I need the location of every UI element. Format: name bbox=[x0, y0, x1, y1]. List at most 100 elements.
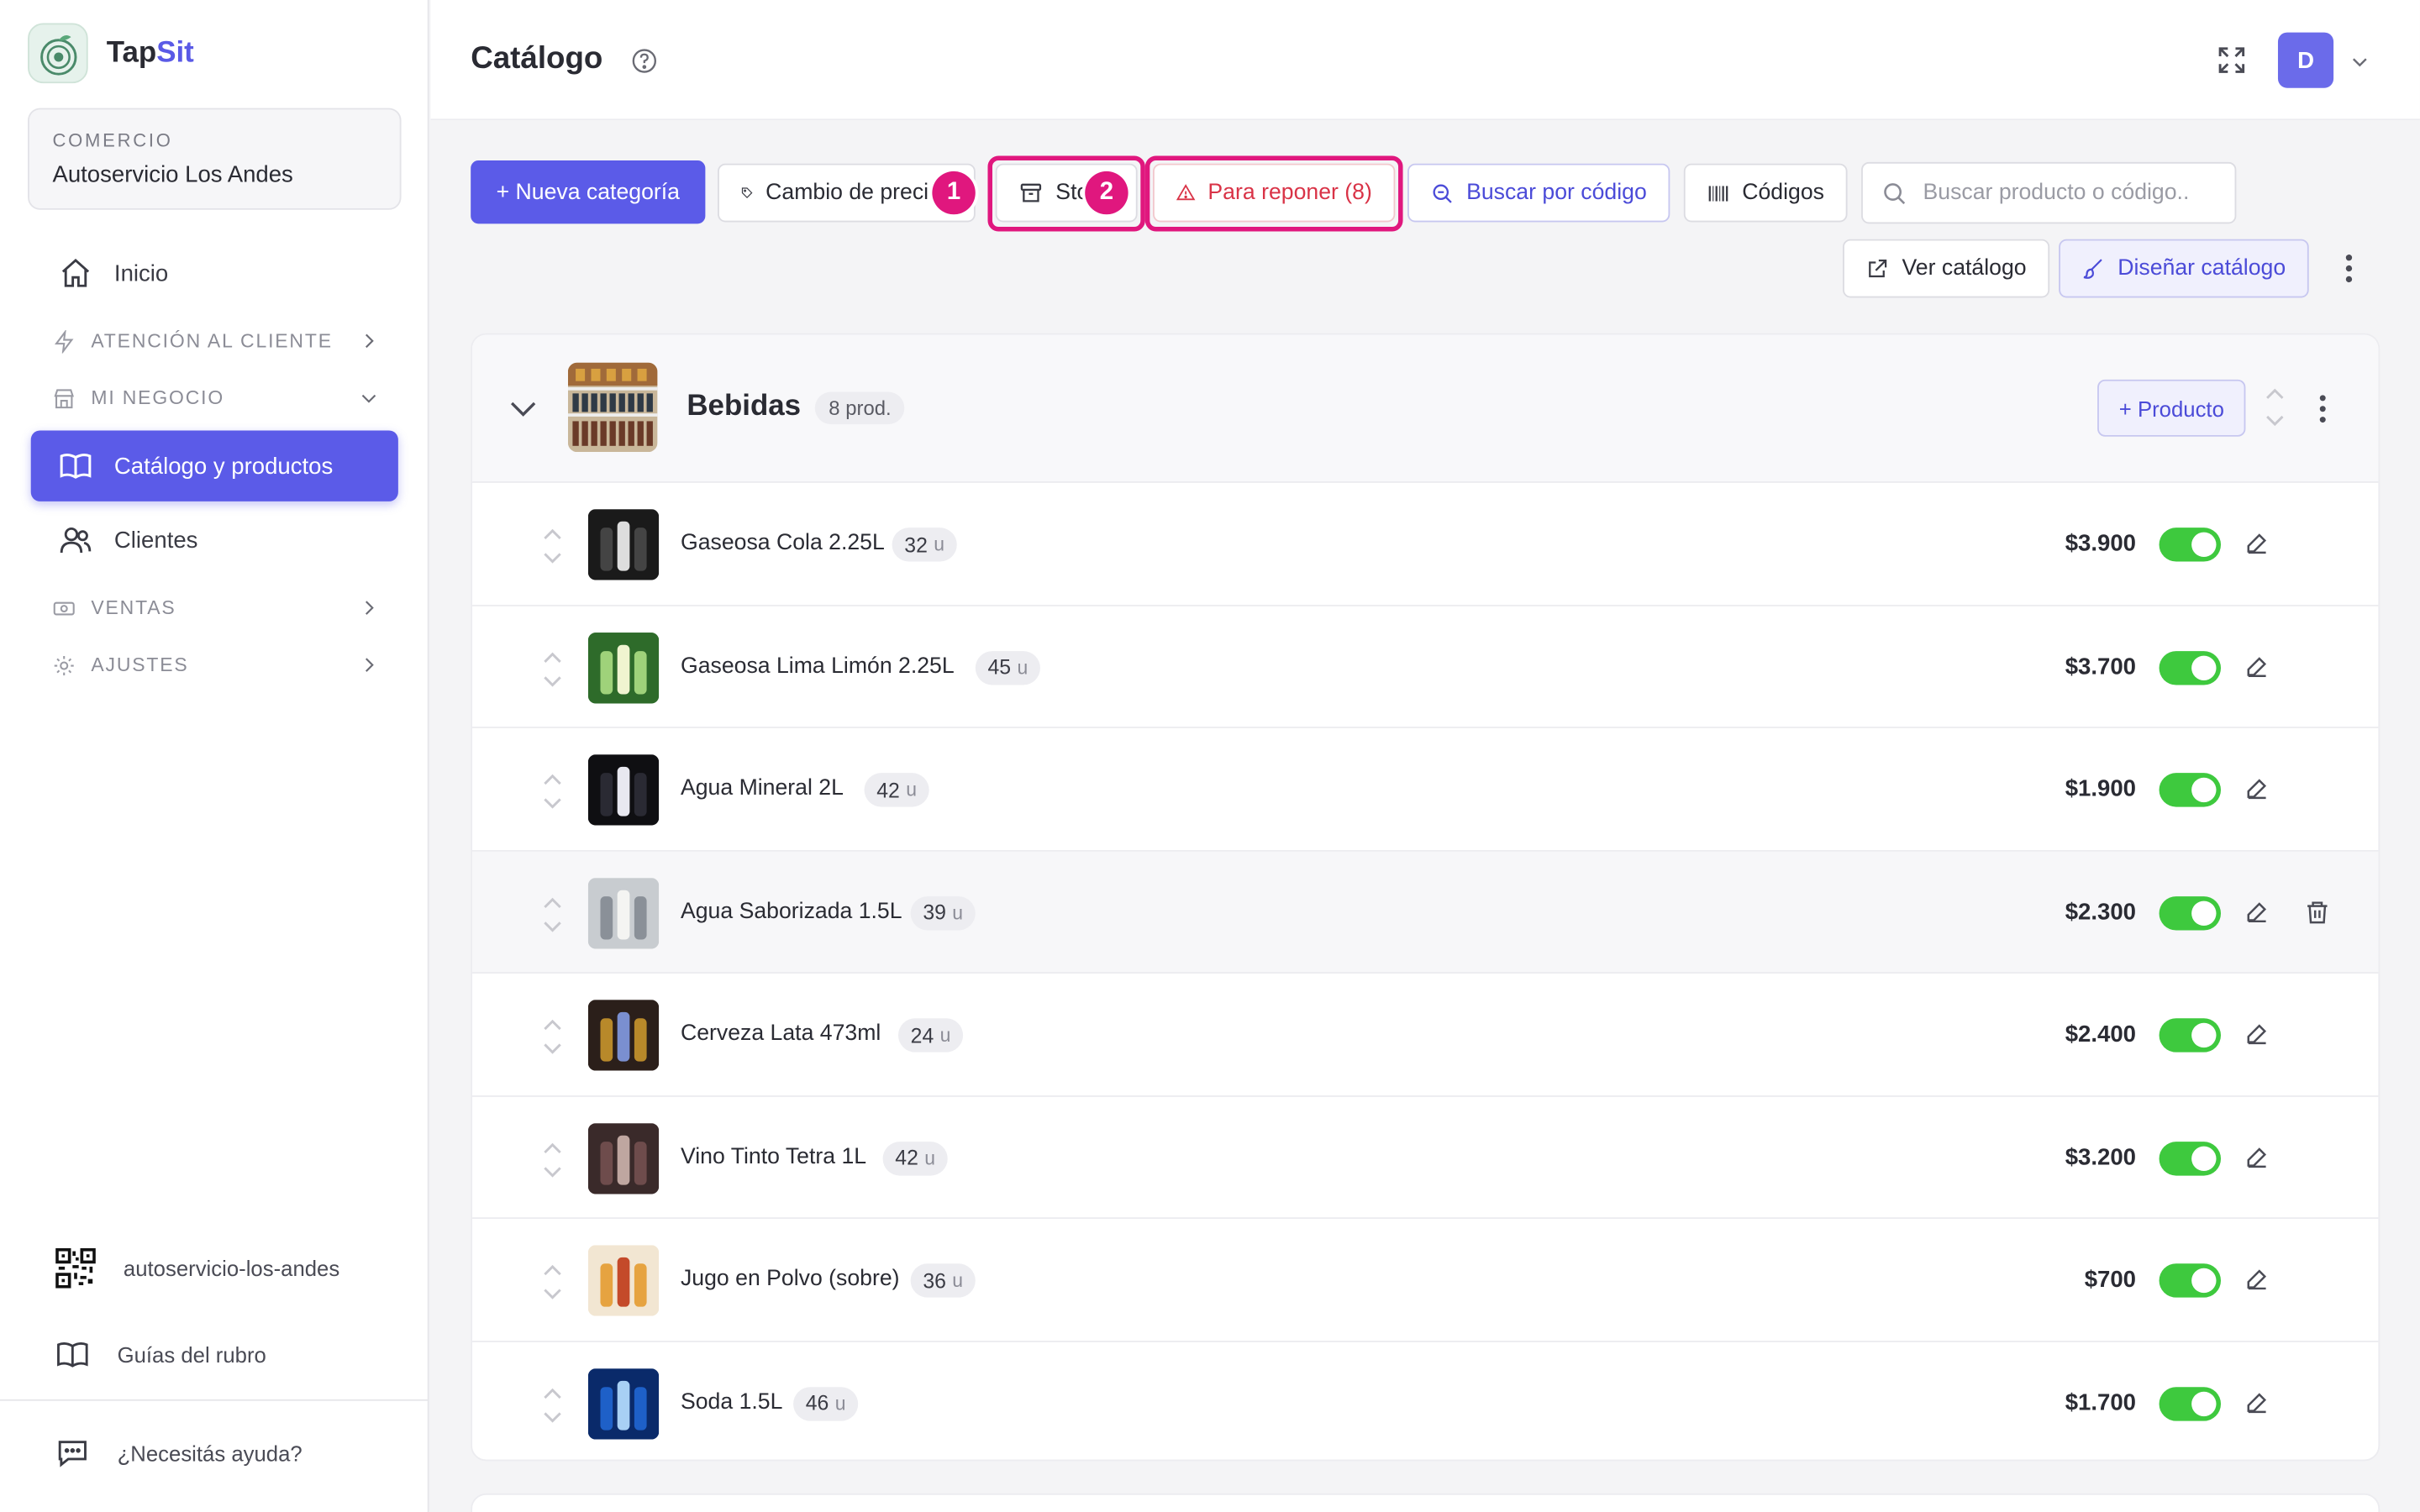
help-circle-icon[interactable] bbox=[631, 48, 657, 74]
price-change-label: Cambio de precios bbox=[765, 180, 953, 206]
sidebar-section-attention[interactable]: ATENCIÓN AL CLIENTE bbox=[52, 326, 379, 357]
avatar[interactable]: D bbox=[2277, 32, 2334, 88]
reorder-arrows-icon[interactable] bbox=[540, 894, 565, 934]
edit-icon[interactable] bbox=[2244, 1267, 2270, 1293]
product-name[interactable]: Vino Tinto Tetra 1L bbox=[681, 1144, 866, 1168]
sidebar-item-home[interactable]: Inicio bbox=[31, 238, 398, 308]
search-by-code-button[interactable]: Buscar por código bbox=[1407, 163, 1670, 223]
product-price: $700 bbox=[2084, 1266, 2136, 1294]
product-name[interactable]: Gaseosa Lima Limón 2.25L bbox=[681, 654, 955, 678]
reorder-arrows-icon[interactable] bbox=[540, 1139, 565, 1179]
sidebar-section-sales[interactable]: VENTAS bbox=[52, 592, 379, 623]
stock-value: 24 bbox=[910, 1023, 934, 1047]
sidebar-section-business[interactable]: MI NEGOCIO bbox=[52, 383, 379, 414]
guides-label: Guías del rubro bbox=[117, 1341, 266, 1368]
edit-icon[interactable] bbox=[2244, 776, 2270, 802]
trash-icon[interactable] bbox=[2304, 899, 2330, 925]
chevron-down-icon[interactable] bbox=[2349, 51, 2370, 73]
product-row[interactable]: Agua Mineral 2L 42 u $1.900 bbox=[472, 728, 2379, 851]
product-active-toggle[interactable] bbox=[2159, 1018, 2222, 1053]
design-catalog-button[interactable]: Diseñar catálogo bbox=[2059, 239, 2309, 298]
qr-code-icon bbox=[55, 1247, 96, 1289]
store-link[interactable]: autoservicio-los-andes bbox=[55, 1247, 339, 1289]
product-active-toggle[interactable] bbox=[2159, 895, 2222, 930]
product-row[interactable]: Soda 1.5L 46 u $1.700 bbox=[472, 1341, 2378, 1460]
reorder-arrows-icon[interactable] bbox=[540, 771, 565, 811]
product-row[interactable]: Jugo en Polvo (sobre) 36 u $700 bbox=[472, 1219, 2379, 1342]
codes-button[interactable]: Códigos bbox=[1683, 163, 1848, 223]
product-name[interactable]: Gaseosa Cola 2.25L bbox=[681, 531, 885, 555]
sidebar-item-catalog[interactable]: Catálogo y productos bbox=[30, 430, 398, 501]
product-active-toggle[interactable] bbox=[2159, 1141, 2222, 1175]
restock-button[interactable]: Para reponer (8) bbox=[1153, 163, 1396, 223]
stock-value: 42 bbox=[876, 778, 900, 802]
sidebar-item-catalog-label: Catálogo y productos bbox=[113, 453, 334, 480]
product-name[interactable]: Cerveza Lata 473ml bbox=[681, 1021, 881, 1046]
product-name[interactable]: Agua Mineral 2L bbox=[681, 776, 844, 801]
reorder-arrows-icon[interactable] bbox=[2263, 384, 2287, 430]
reorder-arrows-icon[interactable] bbox=[540, 1384, 565, 1425]
stock-badge: 42 u bbox=[882, 1141, 948, 1175]
edit-icon[interactable] bbox=[2244, 1144, 2270, 1170]
chevron-down-icon bbox=[361, 394, 376, 403]
product-thumbnail bbox=[587, 1368, 660, 1439]
fullscreen-icon[interactable] bbox=[2217, 45, 2248, 76]
reorder-arrows-icon[interactable] bbox=[540, 648, 565, 689]
commerce-selector[interactable]: COMERCIO Autoservicio Los Andes bbox=[28, 108, 402, 210]
search-by-code-label: Buscar por código bbox=[1466, 180, 1647, 206]
reorder-arrows-icon[interactable] bbox=[540, 1262, 565, 1302]
product-name[interactable]: Soda 1.5L bbox=[681, 1389, 782, 1414]
stock-badge: 39 u bbox=[910, 895, 976, 930]
product-active-toggle[interactable] bbox=[2159, 650, 2222, 685]
reorder-arrows-icon[interactable] bbox=[540, 1016, 565, 1057]
product-name[interactable]: Jugo en Polvo (sobre) bbox=[681, 1267, 900, 1291]
stock-unit: u bbox=[834, 1392, 846, 1415]
stock-badge: 36 u bbox=[910, 1263, 976, 1298]
product-price: $3.200 bbox=[2065, 1143, 2136, 1171]
product-active-toggle[interactable] bbox=[2159, 1263, 2222, 1298]
view-catalog-button[interactable]: Ver catálogo bbox=[1843, 239, 2050, 298]
edit-icon[interactable] bbox=[2244, 531, 2270, 557]
barcode-icon bbox=[1708, 185, 1728, 201]
sidebar-item-clients[interactable]: Clientes bbox=[31, 505, 398, 575]
stock-value: 36 bbox=[923, 1268, 946, 1293]
edit-icon[interactable] bbox=[2244, 899, 2270, 925]
chevron-down-icon[interactable] bbox=[506, 392, 539, 426]
new-category-button[interactable]: + Nueva categoría bbox=[471, 160, 706, 224]
product-name[interactable]: Agua Saborizada 1.5L bbox=[681, 899, 902, 923]
product-thumbnail bbox=[587, 877, 660, 948]
chevron-right-icon bbox=[365, 601, 374, 615]
edit-icon[interactable] bbox=[2244, 1021, 2270, 1047]
product-row[interactable]: Agua Saborizada 1.5L 39 u $2.300 bbox=[472, 850, 2379, 974]
product-row[interactable]: Cerveza Lata 473ml 24 u $2.400 bbox=[472, 974, 2379, 1096]
product-thumbnail bbox=[587, 1000, 660, 1071]
edit-icon[interactable] bbox=[2244, 1389, 2270, 1415]
brand[interactable]: TapSit bbox=[28, 23, 194, 84]
more-options-icon[interactable] bbox=[2333, 250, 2365, 287]
guides-link[interactable]: Guías del rubro bbox=[55, 1337, 266, 1371]
stock-value: 39 bbox=[923, 900, 946, 925]
more-options-icon[interactable] bbox=[2313, 392, 2332, 426]
search-input[interactable] bbox=[1923, 180, 2217, 206]
brand-logo-icon bbox=[28, 23, 88, 84]
product-active-toggle[interactable] bbox=[2159, 773, 2222, 807]
reorder-arrows-icon[interactable] bbox=[540, 526, 565, 566]
help-link[interactable]: ¿Necesitás ayuda? bbox=[55, 1436, 302, 1470]
product-active-toggle[interactable] bbox=[2159, 1386, 2222, 1420]
product-row[interactable]: Gaseosa Lima Limón 2.25L 45 u $3.700 bbox=[472, 606, 2379, 728]
add-product-button[interactable]: + Producto bbox=[2097, 379, 2246, 437]
stock-unit: u bbox=[952, 1269, 964, 1292]
codes-label: Códigos bbox=[1742, 180, 1824, 206]
product-row[interactable]: Vino Tinto Tetra 1L 42 u $3.200 bbox=[472, 1096, 2379, 1219]
sidebar-section-settings[interactable]: AJUSTES bbox=[52, 649, 379, 680]
stock-unit: u bbox=[939, 1024, 951, 1047]
sidebar-section-settings-label: AJUSTES bbox=[91, 654, 189, 676]
home-icon bbox=[61, 259, 90, 287]
product-row[interactable]: Gaseosa Cola 2.25L 32 u $3.900 bbox=[472, 483, 2379, 606]
tag-icon bbox=[741, 187, 753, 198]
product-active-toggle[interactable] bbox=[2159, 528, 2222, 562]
search-box[interactable] bbox=[1861, 161, 2237, 224]
stock-badge: 24 u bbox=[897, 1018, 964, 1053]
edit-icon[interactable] bbox=[2244, 654, 2270, 680]
chevron-right-icon bbox=[365, 333, 374, 349]
